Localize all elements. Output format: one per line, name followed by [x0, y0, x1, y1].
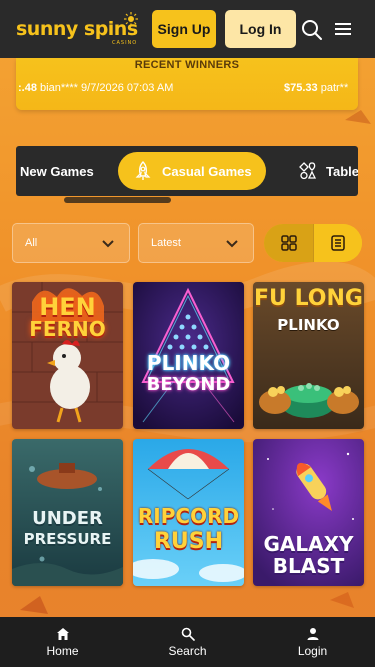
winner-entry: :.48 bian**** 9/7/2026 07:03 AM [18, 82, 173, 94]
chevron-down-icon [226, 240, 238, 248]
winner-amount: :.48 [18, 82, 37, 94]
search-icon [181, 627, 195, 641]
winner-user: bian**** [40, 82, 78, 94]
tab-label: New Games [20, 163, 94, 179]
bottom-navigation: Home Search Login [0, 617, 375, 667]
menu-icon[interactable] [335, 22, 351, 36]
sort-select-value: Latest [151, 237, 181, 249]
game-title: PLINKO BEYOND [133, 352, 244, 396]
cards-icon [299, 162, 317, 180]
search-icon[interactable] [301, 19, 323, 41]
game-title-line2: BEYOND [146, 374, 231, 395]
game-tile-fu-long-plinko[interactable]: FU LONG PLINKO [253, 282, 364, 429]
game-title: GALAXY BLAST [253, 533, 364, 577]
game-title-line2: FERNO [29, 317, 106, 341]
game-title-line1: FU LONG [254, 286, 363, 311]
category-tabs: New Games Casual Games Table [16, 146, 358, 196]
log-in-button[interactable]: Log In [225, 10, 296, 48]
game-title: UNDER PRESSURE [12, 509, 123, 549]
game-title-line2: PLINKO [277, 316, 340, 334]
nav-label: Home [46, 643, 79, 658]
casino-logo[interactable]: sunny spins CASINO [16, 12, 146, 48]
winner-amount: $75.33 [284, 82, 318, 94]
nav-login[interactable]: Login [250, 617, 375, 667]
game-tile-plinko-beyond[interactable]: PLINKO BEYOND [133, 282, 244, 429]
game-tile-under-pressure[interactable]: UNDER PRESSURE [12, 439, 123, 586]
provider-select-value: All [25, 237, 38, 249]
grid-view-button[interactable] [264, 224, 313, 262]
sun-icon [124, 12, 138, 26]
nav-home[interactable]: Home [0, 617, 125, 667]
nav-label: Search [168, 643, 207, 658]
recent-winners-title: RECENT WINNERS [134, 59, 240, 71]
recent-winners-banner: RECENT WINNERS :.48 bian**** 9/7/2026 07… [16, 58, 358, 110]
logo-subtitle: CASINO [112, 40, 138, 46]
nav-search[interactable]: Search [125, 617, 250, 667]
game-tile-henferno[interactable]: HEN FERNO [12, 282, 123, 429]
home-icon [56, 627, 69, 640]
list-view-button[interactable] [313, 224, 362, 262]
sign-up-button[interactable]: Sign Up [152, 10, 216, 48]
grid-view-icon [280, 235, 297, 251]
provider-select[interactable]: All [12, 223, 130, 263]
game-title-line1: HEN [39, 293, 96, 321]
tab-label: Casual Games [162, 163, 252, 179]
game-title-line1: PLINKO [146, 351, 231, 375]
winners-ticker: :.48 bian**** 9/7/2026 07:03 AM $75.33 p… [16, 82, 358, 98]
category-scrollbar[interactable] [64, 197, 171, 203]
view-mode-toggle [264, 224, 362, 262]
game-title-line2: PRESSURE [23, 530, 112, 548]
tab-label: Table [326, 163, 358, 179]
tab-casual-games[interactable]: Casual Games [118, 152, 266, 190]
game-title: HEN FERNO [12, 293, 123, 341]
nav-label: Login [297, 643, 328, 658]
user-icon [307, 627, 318, 640]
game-title: RIPCORD RUSH [133, 503, 244, 555]
game-tile-ripcord-rush[interactable]: RIPCORD RUSH [133, 439, 244, 586]
sort-select[interactable]: Latest [138, 223, 254, 263]
top-header: sunny spins CASINO Sign Up Log In [0, 0, 375, 58]
rocket-icon [135, 161, 151, 180]
game-tile-galaxy-blast[interactable]: GALAXY BLAST [253, 439, 364, 586]
tab-new-games[interactable]: New Games [20, 146, 94, 196]
winner-user: patr** [320, 82, 349, 94]
game-title-line1: GALAXY [263, 532, 354, 556]
list-view-icon [331, 235, 345, 251]
game-title-line1: UNDER [32, 508, 103, 529]
winner-time: 9/7/2026 07:03 AM [81, 82, 174, 94]
game-title-line1: RIPCORD [137, 504, 240, 528]
chevron-down-icon [102, 240, 114, 248]
winner-entry: $75.33 patr** [284, 82, 348, 94]
logo-text: sunny spins [16, 18, 138, 40]
game-title-line2: BLAST [272, 554, 345, 578]
tab-table[interactable]: Table [298, 146, 358, 196]
game-title: FU LONG PLINKO [253, 288, 364, 336]
game-title-line2: RUSH [153, 529, 224, 554]
